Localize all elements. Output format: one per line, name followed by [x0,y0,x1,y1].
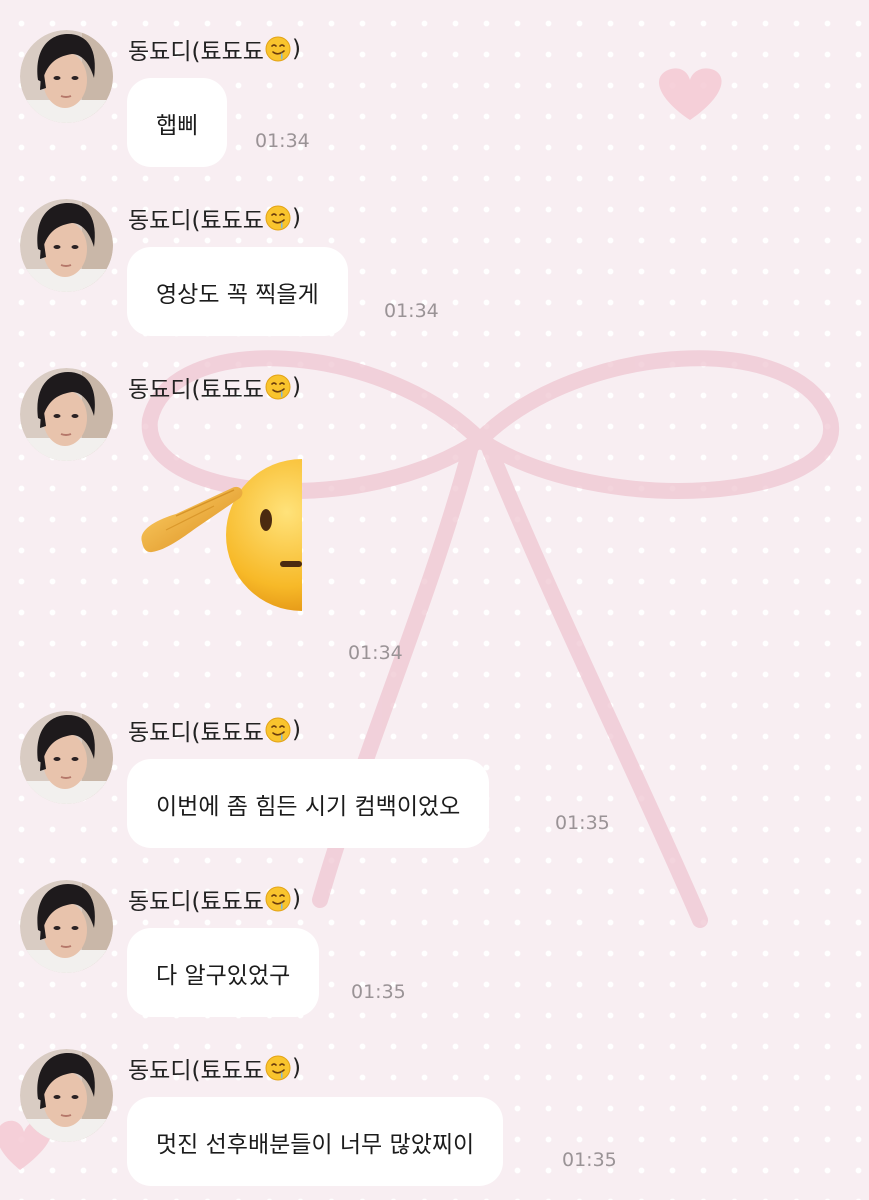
sender-name-text: 동됴디(툐됴됴 [128,39,264,65]
message-bubble[interactable]: 멋진 선후배분들이 너무 많았찌이 [127,1097,504,1186]
sender-name-suffix: ) [291,1055,301,1081]
sender-avatar[interactable] [20,30,113,123]
message-timestamp: 01:35 [555,812,610,834]
sender-name-text: 동됴디(툐됴됴 [128,1058,264,1084]
background-ribbon-decoration [0,68,840,1170]
sender-name[interactable]: 동됴디(툐됴됴 ) [128,202,301,234]
sender-avatar[interactable] [20,1049,113,1142]
message-timestamp: 01:34 [255,130,310,152]
message-timestamp: 01:34 [384,300,439,322]
drooling-face-icon [265,886,291,912]
sender-avatar[interactable] [20,368,113,461]
sender-name-suffix: ) [291,36,301,62]
sender-name[interactable]: 동됴디(툐됴됴 ) [128,371,301,403]
sender-name[interactable]: 동됴디(툐됴됴 ) [128,714,301,746]
sender-name-suffix: ) [291,205,301,231]
sender-name[interactable]: 동됴디(툐됴됴 ) [128,33,301,65]
message-bubble[interactable]: 햅삐 [127,78,228,167]
sender-name-text: 동됴디(툐됴됴 [128,720,264,746]
message-timestamp: 01:35 [562,1149,617,1171]
drooling-face-icon [265,374,291,400]
sender-avatar[interactable] [20,711,113,804]
sender-name-suffix: ) [291,886,301,912]
drooling-face-icon [265,717,291,743]
sender-name-suffix: ) [291,717,301,743]
drooling-face-icon [265,36,291,62]
sender-name-text: 동됴디(툐됴됴 [128,377,264,403]
saluting-face-icon[interactable] [136,458,304,612]
message-timestamp: 01:35 [351,981,406,1003]
message-timestamp: 01:34 [348,642,403,664]
message-bubble[interactable]: 이번에 좀 힘든 시기 컴백이었오 [127,759,490,848]
sender-name-suffix: ) [291,374,301,400]
drooling-face-icon [265,205,291,231]
sender-avatar[interactable] [20,880,113,973]
drooling-face-icon [265,1055,291,1081]
sender-name[interactable]: 동됴디(툐됴됴 ) [128,1052,301,1084]
sender-avatar[interactable] [20,199,113,292]
message-bubble[interactable]: 영상도 꼭 찍을게 [127,247,348,336]
sender-name[interactable]: 동됴디(툐됴됴 ) [128,883,301,915]
message-bubble[interactable]: 다 알구있었구 [127,928,320,1017]
sender-name-text: 동됴디(툐됴됴 [128,889,264,915]
sender-name-text: 동됴디(툐됴됴 [128,208,264,234]
